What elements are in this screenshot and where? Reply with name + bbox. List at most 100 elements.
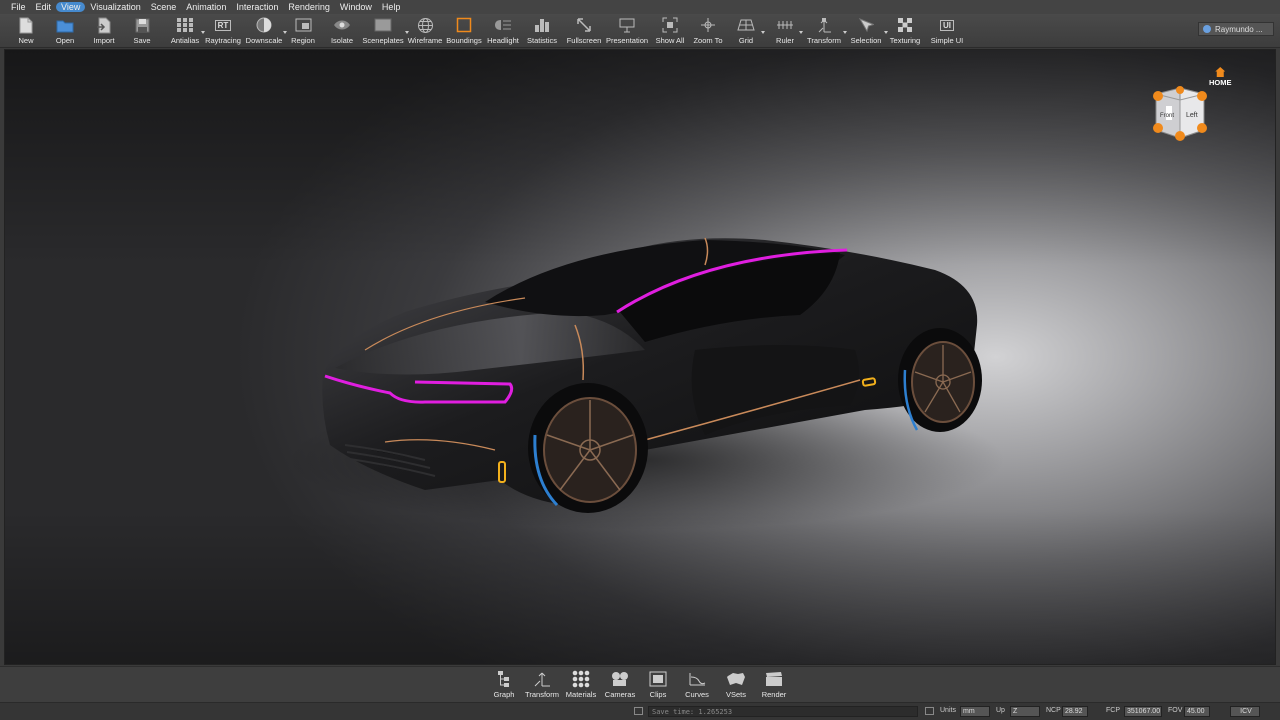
menu-file[interactable]: File	[6, 2, 31, 12]
menu-visualization[interactable]: Visualization	[85, 2, 145, 12]
zoom-to-button[interactable]: Zoom To	[692, 15, 724, 47]
navigation-cube[interactable]: Front Left	[1150, 84, 1210, 142]
presentation-screen-icon	[617, 15, 637, 35]
antialias-dropdown-caret[interactable]	[201, 31, 205, 34]
fullscreen-arrows-icon	[574, 15, 594, 35]
materials-spheres-icon	[571, 669, 591, 689]
menu-help[interactable]: Help	[377, 2, 406, 12]
new-button[interactable]: New	[14, 15, 38, 47]
home-view-button[interactable]: HOME	[1209, 67, 1232, 87]
dock-clips-button[interactable]: Clips	[646, 669, 670, 701]
open-button[interactable]: Open	[52, 15, 78, 47]
status-bar: Save time: 1.265253 Units mm Up Z NCP 28…	[0, 702, 1280, 720]
camera-icon	[610, 669, 630, 689]
boundings-box-icon	[454, 15, 474, 35]
navcube-left-face[interactable]: Left	[1186, 112, 1198, 119]
ruler-button[interactable]: Ruler	[772, 15, 803, 47]
user-icon	[1203, 25, 1211, 33]
menu-interaction[interactable]: Interaction	[231, 2, 283, 12]
save-disk-icon	[132, 15, 152, 35]
units-select[interactable]: mm	[960, 706, 990, 717]
sceneplates-icon	[373, 15, 393, 35]
curves-icon	[687, 669, 707, 689]
menu-view[interactable]: View	[56, 2, 86, 12]
view-mode-select[interactable]: ICV	[1230, 706, 1260, 717]
clapperboard-icon	[764, 669, 784, 689]
headlight-icon	[493, 15, 513, 35]
statistics-button[interactable]: Statistics	[526, 15, 558, 47]
units-label: Units	[940, 707, 956, 714]
scenegraph-icon	[494, 669, 514, 689]
sceneplates-button[interactable]: Sceneplates	[362, 15, 409, 47]
vsets-fan-icon	[726, 669, 746, 689]
isolate-eye-icon	[332, 15, 352, 35]
downscale-dropdown-caret[interactable]	[283, 31, 287, 34]
menu-rendering[interactable]: Rendering	[283, 2, 335, 12]
wireframe-button[interactable]: Wireframe	[407, 15, 443, 47]
dock-cameras-button[interactable]: Cameras	[604, 669, 636, 701]
fullscreen-button[interactable]: Fullscreen	[566, 15, 602, 47]
navcube-front-face[interactable]: Front	[1160, 113, 1174, 119]
antialias-icon	[175, 15, 195, 35]
downscale-icon	[254, 15, 274, 35]
menu-scene[interactable]: Scene	[146, 2, 182, 12]
headlight-button[interactable]: Headlight	[487, 15, 519, 47]
module-dock: Graph Transform Materials Cameras Clips …	[0, 666, 1280, 702]
menu-bar: File Edit View Visualization Scene Anima…	[0, 0, 1280, 14]
ruler-dropdown-caret[interactable]	[799, 31, 803, 34]
show-all-button[interactable]: Show All	[654, 15, 686, 47]
film-clip-icon	[648, 669, 668, 689]
fcp-label: FCP	[1106, 707, 1120, 714]
ruler-icon	[775, 15, 795, 35]
boundings-button[interactable]: Boundings	[446, 15, 482, 47]
3d-viewport[interactable]: HOME Front Left	[4, 49, 1276, 665]
raytracing-icon: RT	[213, 15, 233, 35]
bar-chart-icon	[532, 15, 552, 35]
dock-render-button[interactable]: Render	[760, 669, 788, 701]
up-axis-select[interactable]: Z	[1010, 706, 1040, 717]
import-icon	[94, 15, 114, 35]
menu-window[interactable]: Window	[335, 2, 377, 12]
zoom-target-icon	[698, 15, 718, 35]
ncp-input[interactable]: 28.92	[1062, 706, 1088, 717]
transform-gizmo-icon	[814, 15, 834, 35]
menu-edit[interactable]: Edit	[31, 2, 57, 12]
import-button[interactable]: Import	[90, 15, 118, 47]
grid-dropdown-caret[interactable]	[761, 31, 765, 34]
downscale-button[interactable]: Downscale	[246, 15, 287, 47]
grid-plane-icon	[736, 15, 756, 35]
simple-ui-icon: UI	[937, 15, 957, 35]
region-button[interactable]: Region	[290, 15, 316, 47]
grid-button[interactable]: Grid	[732, 15, 765, 47]
presentation-button[interactable]: Presentation	[604, 15, 650, 47]
units-toggle-icon[interactable]	[925, 707, 934, 715]
dock-vsets-button[interactable]: VSets	[724, 669, 748, 701]
save-time-readout: Save time: 1.265253	[648, 706, 918, 717]
simple-ui-button[interactable]: UI Simple UI	[929, 15, 965, 47]
transform-dropdown-caret[interactable]	[843, 31, 847, 34]
car-render	[285, 237, 1005, 530]
texturing-button[interactable]: Texturing	[888, 15, 922, 47]
selection-button[interactable]: Selection	[849, 15, 888, 47]
folder-icon	[55, 15, 75, 35]
main-toolbar: New Open Import Save Antialias RT Raytra…	[0, 14, 1280, 48]
dock-curves-button[interactable]: Curves	[684, 669, 710, 701]
fov-input[interactable]: 45.00	[1184, 706, 1210, 717]
transform-axes-icon	[532, 669, 552, 689]
dock-transform-button[interactable]: Transform	[524, 669, 560, 701]
ncp-label: NCP	[1046, 707, 1061, 714]
console-icon[interactable]	[634, 707, 643, 715]
dock-materials-button[interactable]: Materials	[564, 669, 598, 701]
antialias-button[interactable]: Antialias	[170, 15, 205, 47]
dock-graph-button[interactable]: Graph	[492, 669, 516, 701]
menu-animation[interactable]: Animation	[181, 2, 231, 12]
fcp-input[interactable]: 351067.00	[1124, 706, 1162, 717]
user-name: Raymundo ...	[1215, 24, 1263, 34]
transform-button[interactable]: Transform	[806, 15, 847, 47]
wireframe-globe-icon	[415, 15, 435, 35]
user-account-menu[interactable]: Raymundo ...	[1198, 22, 1274, 36]
isolate-button[interactable]: Isolate	[330, 15, 354, 47]
save-button[interactable]: Save	[131, 15, 153, 47]
region-icon	[293, 15, 313, 35]
raytracing-button[interactable]: RT Raytracing	[205, 15, 241, 47]
